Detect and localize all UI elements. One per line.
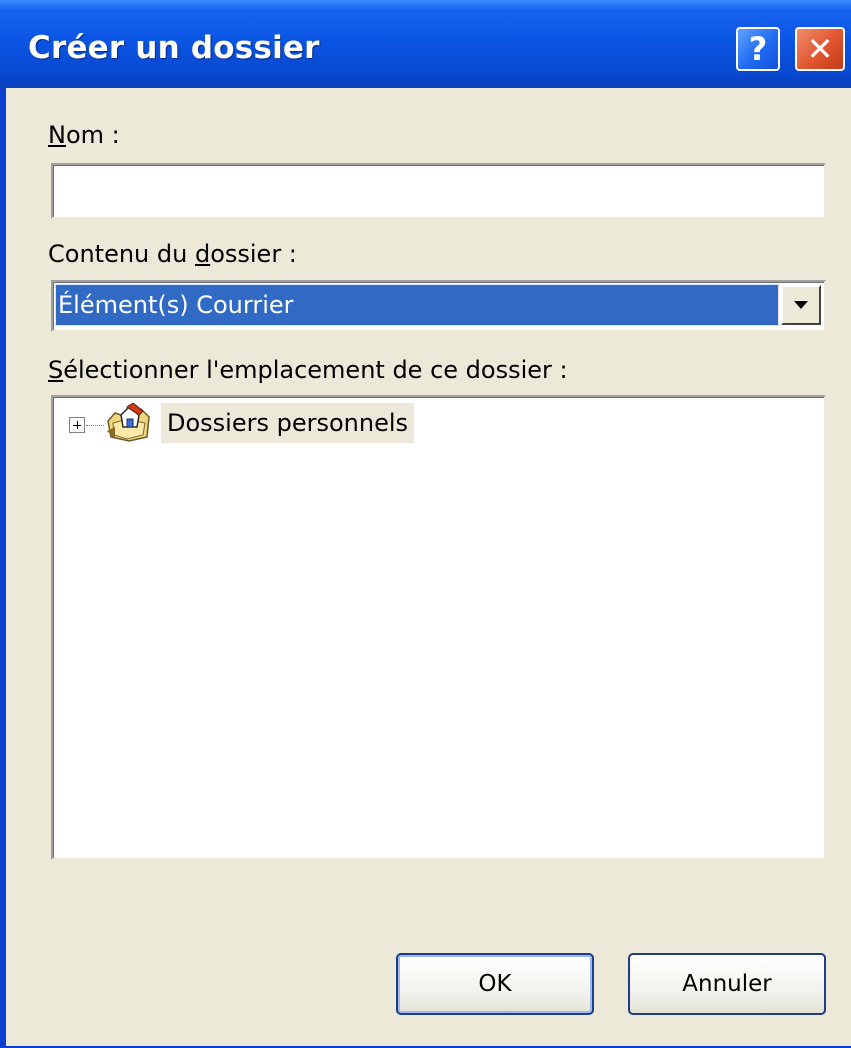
tree-item-label[interactable]: Dossiers personnels [161,403,415,443]
folder-content-label-text-end: ossier : [210,240,297,268]
question-mark-icon: ? [748,30,768,68]
name-label-mnemonic: N [48,121,66,149]
cancel-button[interactable]: Annuler [628,953,826,1015]
folder-content-select[interactable]: Élément(s) Courrier [51,280,826,332]
help-button[interactable]: ? [736,27,780,71]
title-bar[interactable]: Créer un dossier ? ✕ [0,0,851,88]
close-button[interactable]: ✕ [795,27,845,71]
create-folder-dialog: Créer un dossier ? ✕ Nom : Contenu du do… [0,0,851,1048]
folder-location-tree[interactable]: Dossiers personnels [51,395,826,860]
location-label-mnemonic: S [48,356,64,384]
tree-connector [86,425,104,426]
folder-content-selected-value[interactable]: Élément(s) Courrier [55,284,779,326]
personal-folders-icon [107,403,150,442]
dropdown-button[interactable] [781,285,821,325]
close-icon: ✕ [806,30,834,68]
folder-content-label: Contenu du dossier : [48,240,297,268]
expand-icon[interactable] [69,417,85,433]
folder-content-label-text: Contenu du [48,240,195,268]
ok-button[interactable]: OK [396,953,594,1015]
name-input[interactable] [51,163,826,219]
folder-content-label-mnemonic: d [194,240,211,268]
dialog-title: Créer un dossier [28,30,320,66]
name-label-text: om : [65,121,120,149]
location-label: Sélectionner l'emplacement de ce dossier… [48,356,568,384]
name-label: Nom : [48,121,120,149]
location-label-text: électionner l'emplacement de ce dossier … [63,356,568,384]
dropdown-arrow-icon [794,301,808,309]
